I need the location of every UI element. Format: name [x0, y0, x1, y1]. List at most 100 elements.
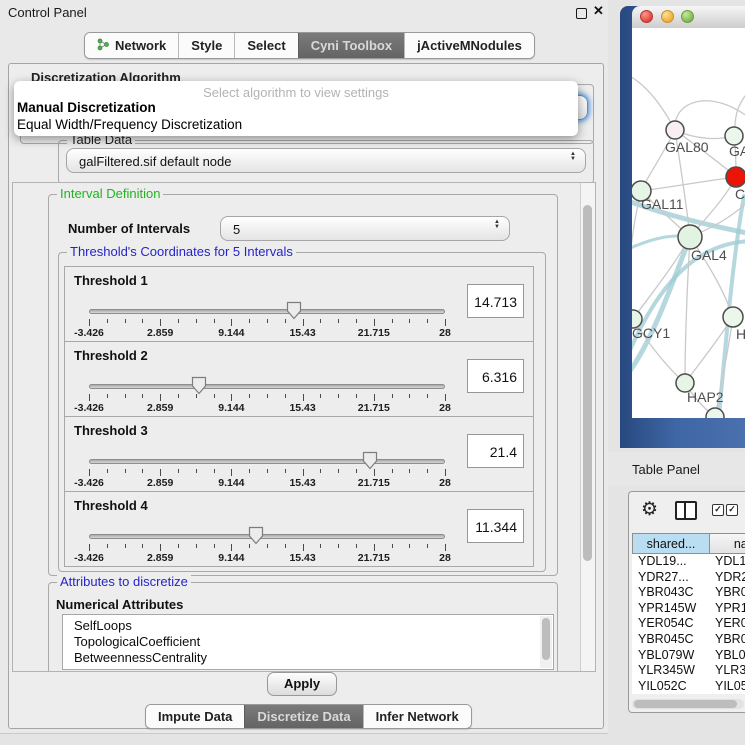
table-row[interactable]: YPR145WYPR14: [632, 601, 745, 617]
table-row[interactable]: YER054CYER05: [632, 616, 745, 632]
tab-select[interactable]: Select: [234, 33, 297, 58]
table-panel-titlebar: Table Panel: [608, 452, 745, 486]
threshold-value-field[interactable]: 21.4: [467, 434, 524, 468]
slider[interactable]: -3.4262.8599.14415.4321.71528: [89, 303, 445, 333]
table-row[interactable]: YBR045CYBR04: [632, 632, 745, 648]
vertical-scrollbar[interactable]: [580, 183, 595, 671]
tab-cyni-toolbox[interactable]: Cyni Toolbox: [298, 33, 404, 58]
tab-label: jActiveMNodules: [417, 38, 522, 53]
apply-button[interactable]: Apply: [267, 672, 337, 696]
node-label: GAL11: [641, 196, 684, 212]
slider-track[interactable]: [89, 309, 445, 314]
tab-discretize-data[interactable]: Discretize Data: [244, 705, 362, 728]
cell-shared-name: YDL19...: [638, 554, 687, 570]
list-scroll-thumb[interactable]: [542, 618, 550, 660]
tab-label: Style: [191, 38, 222, 53]
threshold-value-field[interactable]: 14.713: [467, 284, 524, 318]
slider[interactable]: -3.4262.8599.14415.4321.71528: [89, 528, 445, 558]
cell-shared-name: YLR345W: [638, 663, 695, 679]
popup-option-manual-discretization[interactable]: Manual Discretization: [14, 100, 578, 117]
network-edge[interactable]: [641, 177, 736, 191]
threshold-label: Threshold 2: [74, 348, 148, 363]
threshold-label: Threshold 1: [74, 273, 148, 288]
slider[interactable]: -3.4262.8599.14415.4321.71528: [89, 453, 445, 483]
table-row[interactable]: YDL19... YDL19: [632, 554, 745, 570]
node-label: GA: [729, 143, 745, 159]
slider-track[interactable]: [89, 534, 445, 539]
cell-shared-name: YBL079W: [638, 648, 694, 664]
threshold-row-3: Threshold 3 -3.4262.8599.14415.4321.7152…: [64, 416, 534, 492]
attribute-item-topologicalcoefficient[interactable]: TopologicalCoefficient: [63, 634, 553, 650]
slider-thumb[interactable]: [286, 301, 302, 320]
node-label: C: [735, 186, 745, 202]
tab-impute-data[interactable]: Impute Data: [146, 705, 244, 728]
network-edge[interactable]: [685, 237, 690, 383]
threshold-label: Threshold 4: [74, 498, 148, 513]
table-row[interactable]: YBL079WYBL07: [632, 648, 745, 664]
threshold-value-field[interactable]: 11.344: [467, 509, 524, 543]
cell-name: YDR27: [715, 570, 745, 586]
cell-name: YDL19: [715, 554, 745, 570]
table-row[interactable]: YBR043CYBR04: [632, 585, 745, 601]
attributes-list[interactable]: SelfLoopsTopologicalCoefficientBetweenne…: [62, 614, 554, 670]
network-edge[interactable]: [632, 74, 675, 130]
float-window-icon[interactable]: [576, 8, 587, 19]
tab-infer-network[interactable]: Infer Network: [363, 705, 471, 728]
network-node-gal4[interactable]: [678, 225, 702, 249]
attribute-item-betweennesscentrality[interactable]: BetweennessCentrality: [63, 650, 553, 666]
slider-thumb[interactable]: [191, 376, 207, 395]
network-canvas[interactable]: GAL80GACGAL11GAL4GCY1HHAP2: [632, 28, 745, 418]
header-cell-shared-name[interactable]: shared...: [632, 533, 710, 554]
network-edge[interactable]: [632, 237, 690, 376]
table-row[interactable]: YIL052CYIL05: [632, 679, 745, 695]
tab-style[interactable]: Style: [178, 33, 234, 58]
slider-thumb[interactable]: [248, 526, 264, 545]
checkbox-icon[interactable]: ✓: [726, 504, 738, 516]
cell-shared-name: YER054C: [638, 616, 694, 632]
tab-network[interactable]: Network: [85, 33, 178, 58]
checkbox-icon[interactable]: ✓: [712, 504, 724, 516]
zoom-button[interactable]: [681, 10, 694, 23]
slider-track[interactable]: [89, 459, 445, 464]
tab-label: Network: [115, 38, 166, 53]
close-button[interactable]: [640, 10, 653, 23]
threshold-value-field[interactable]: 6.316: [467, 359, 524, 393]
tab-label: Discretize Data: [257, 709, 350, 724]
cell-shared-name: YBR043C: [638, 585, 694, 601]
network-titlebar: [632, 6, 745, 29]
horizontal-scroll-thumb[interactable]: [634, 700, 737, 708]
minimize-button[interactable]: [661, 10, 674, 23]
columns-icon[interactable]: [675, 501, 697, 520]
window-title: Control Panel: [8, 5, 87, 20]
num-intervals-combo[interactable]: 5 ▲▼: [220, 216, 510, 241]
combo-arrows-icon: ▲▼: [494, 220, 500, 230]
slider-track[interactable]: [89, 384, 445, 389]
attribute-item-selfloops[interactable]: SelfLoops: [63, 618, 553, 634]
tab-jactivemnodules[interactable]: jActiveMNodules: [404, 33, 534, 58]
thresholds-group-title: Threshold's Coordinates for 5 Intervals: [67, 245, 296, 259]
horizontal-scrollbar[interactable]: [632, 699, 744, 709]
close-icon[interactable]: ✕: [593, 3, 604, 19]
cell-name: YPR14: [715, 601, 745, 617]
table-row[interactable]: YDR27...YDR27: [632, 570, 745, 586]
table-data-combo[interactable]: galFiltered.sif default node ▲▼: [66, 148, 586, 173]
network-node-c[interactable]: [726, 167, 745, 187]
algorithm-dropdown-popup: Select algorithm to view settings Manual…: [14, 81, 578, 136]
popup-option-equal-width-frequency-discretization[interactable]: Equal Width/Frequency Discretization: [14, 117, 578, 134]
cell-name: YIL05: [715, 679, 745, 695]
table-row[interactable]: YLR345W YLR34: [632, 663, 745, 679]
network-view-window: GAL80GACGAL11GAL4GCY1HHAP2: [620, 6, 745, 448]
combo-arrows-icon: ▲▼: [570, 152, 576, 162]
num-intervals-value: 5: [233, 222, 240, 237]
screen: Control Panel ✕ Network Style SelectCyni T…: [0, 0, 745, 745]
slider[interactable]: -3.4262.8599.14415.4321.71528: [89, 378, 445, 408]
cell-name: YLR34: [715, 663, 745, 679]
network-node-h[interactable]: [723, 307, 743, 327]
gear-icon[interactable]: ⚙: [641, 498, 658, 521]
network-node-gal80[interactable]: [666, 121, 684, 139]
threshold-label: Threshold 3: [74, 423, 148, 438]
vertical-scroll-thumb[interactable]: [583, 205, 592, 561]
slider-thumb[interactable]: [362, 451, 378, 470]
header-cell-name[interactable]: name: [709, 533, 745, 554]
list-scrollbar[interactable]: [540, 616, 552, 668]
